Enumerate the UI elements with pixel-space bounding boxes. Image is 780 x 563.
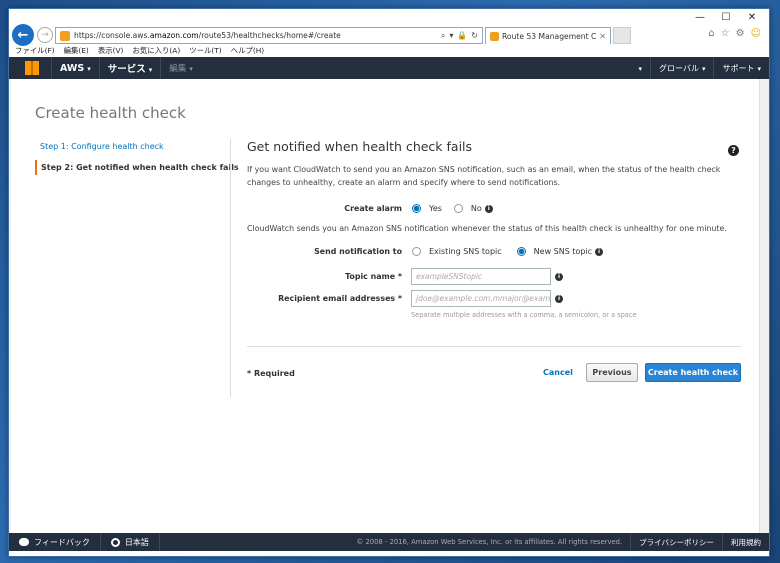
- aws-menu[interactable]: AWS ▾: [52, 63, 99, 74]
- region-menu[interactable]: グローバル ▾: [651, 63, 713, 74]
- wizard-steps: Step 1: Configure health check Step 2: G…: [35, 139, 239, 181]
- vertical-divider: [230, 139, 231, 397]
- menu-edit[interactable]: 編集(E): [64, 45, 89, 56]
- menu-help[interactable]: ヘルプ(H): [231, 45, 265, 56]
- dropdown-icon[interactable]: ▾: [449, 31, 453, 41]
- favorites-star-icon[interactable]: ☆: [721, 28, 730, 39]
- chevron-down-icon: ▾: [701, 64, 706, 73]
- minimize-icon[interactable]: —: [689, 11, 711, 25]
- browser-chrome: — ☐ ✕ ← → https://console.aws.amazon.com…: [9, 9, 769, 57]
- lock-icon[interactable]: 🔒: [457, 31, 467, 41]
- recipient-label: Recipient email addresses *: [278, 294, 402, 303]
- toolbar-icons: ⌂ ☆ ⚙ ☺: [708, 28, 761, 39]
- aws-top-nav: AWS ▾ サービス ▾ 編集 ▾ ▾ グローバル ▾ サポート ▾: [9, 57, 769, 79]
- tab-title: Route 53 Management Con...: [502, 31, 597, 41]
- menu-view[interactable]: 表示(V): [98, 45, 124, 56]
- create-alarm-yes[interactable]: Yes: [412, 204, 442, 213]
- feedback-link[interactable]: フィードバック: [9, 537, 100, 548]
- form-divider: [247, 346, 741, 347]
- terms-link[interactable]: 利用規約: [723, 537, 769, 548]
- info-icon[interactable]: i: [555, 294, 563, 303]
- menu-tools[interactable]: ツール(T): [189, 45, 221, 56]
- cancel-button[interactable]: Cancel: [543, 368, 573, 377]
- radio-existing-topic[interactable]: [412, 247, 421, 256]
- radio-new-topic[interactable]: [516, 247, 526, 256]
- address-bar[interactable]: https://console.aws.amazon.com/route53/h…: [55, 27, 483, 44]
- main-content: Create health check Step 1: Configure he…: [11, 79, 759, 533]
- radio-yes[interactable]: [412, 204, 421, 213]
- recipient-row: Recipient email addresses * jdoe@example…: [247, 290, 563, 307]
- chevron-down-icon: ▾: [638, 64, 643, 73]
- aws-cube-icon[interactable]: [25, 61, 39, 75]
- required-note: * Required: [247, 369, 295, 378]
- chevron-down-icon: ▾: [189, 65, 193, 73]
- services-menu[interactable]: サービス ▾: [100, 61, 161, 75]
- topic-name-input[interactable]: exampleSNStopic: [411, 268, 551, 285]
- chevron-down-icon: ▾: [148, 66, 153, 74]
- url-text[interactable]: https://console.aws.amazon.com/route53/h…: [74, 31, 441, 40]
- cloudwatch-note: CloudWatch sends you an Amazon SNS notif…: [247, 224, 727, 233]
- menu-file[interactable]: ファイル(F): [15, 45, 55, 56]
- previous-button[interactable]: Previous: [586, 363, 638, 382]
- step-1-link[interactable]: Step 1: Configure health check: [35, 139, 225, 154]
- topic-name-row: Topic name * exampleSNStopic i: [247, 268, 563, 285]
- send-notification-row: Send notification to Existing SNS topic …: [247, 247, 604, 256]
- language-link[interactable]: 日本語: [101, 537, 159, 548]
- privacy-policy-link[interactable]: プライバシーポリシー: [631, 537, 722, 548]
- topic-name-label: Topic name *: [345, 272, 402, 281]
- forward-icon[interactable]: →: [37, 27, 53, 43]
- tab-favicon-icon: [490, 31, 499, 41]
- create-alarm-row: Create alarm Yes No i: [247, 204, 493, 213]
- globe-icon: [110, 537, 120, 547]
- new-tab-button[interactable]: [613, 27, 631, 44]
- info-icon[interactable]: i: [555, 272, 563, 281]
- new-topic-option[interactable]: New SNS topic: [516, 247, 592, 256]
- send-notification-label: Send notification to: [314, 247, 402, 256]
- create-alarm-no[interactable]: No: [453, 204, 482, 213]
- page-title: Create health check: [35, 104, 186, 122]
- browser-tab[interactable]: Route 53 Management Con... ✕: [485, 27, 611, 44]
- existing-topic-option[interactable]: Existing SNS topic: [412, 247, 502, 256]
- description-text: If you want CloudWatch to send you an Am…: [247, 165, 721, 187]
- site-favicon-icon: [60, 30, 70, 41]
- window-controls: — ☐ ✕: [689, 11, 763, 25]
- aws-footer: フィードバック 日本語 © 2008 - 2016, Amazon Web Se…: [9, 533, 769, 551]
- create-alarm-label: Create alarm: [344, 204, 402, 213]
- page-body: Create health check Step 1: Configure he…: [9, 79, 769, 533]
- step-2-current: Step 2: Get notified when health check f…: [35, 160, 239, 175]
- feedback-smiley-icon[interactable]: ☺: [751, 28, 761, 39]
- create-health-check-button[interactable]: Create health check: [645, 363, 741, 382]
- copyright-text: © 2008 - 2016, Amazon Web Services, Inc.…: [356, 538, 623, 546]
- page-scrollbar[interactable]: [759, 79, 769, 533]
- radio-no[interactable]: [453, 204, 463, 213]
- recipient-email-input[interactable]: jdoe@example.com,mmajor@example.com: [411, 290, 551, 307]
- info-icon[interactable]: i: [484, 204, 493, 213]
- notification-form: Get notified when health check fails ? I…: [247, 139, 741, 189]
- edit-menu[interactable]: 編集 ▾: [161, 62, 201, 74]
- tab-close-icon[interactable]: ✕: [599, 32, 606, 41]
- refresh-icon[interactable]: ↻: [471, 31, 478, 41]
- speech-bubble-icon: [19, 538, 29, 546]
- menu-bar: ファイル(F) 編集(E) 表示(V) お気に入り(A) ツール(T) ヘルプ(…: [15, 45, 264, 56]
- back-icon[interactable]: ←: [12, 24, 34, 46]
- chevron-down-icon: ▾: [87, 64, 91, 73]
- search-icon[interactable]: ⌕: [441, 31, 445, 41]
- chevron-down-icon: ▾: [757, 64, 761, 73]
- settings-gear-icon[interactable]: ⚙: [736, 28, 745, 39]
- recipient-hint: Separate multiple addresses with a comma…: [411, 311, 637, 319]
- menu-favorites[interactable]: お気に入り(A): [132, 45, 180, 56]
- home-icon[interactable]: ⌂: [708, 28, 714, 39]
- info-icon[interactable]: i: [595, 247, 604, 256]
- maximize-icon[interactable]: ☐: [715, 11, 737, 25]
- section-title: Get notified when health check fails: [247, 139, 473, 154]
- help-icon[interactable]: ?: [728, 145, 739, 156]
- account-menu[interactable]: ▾: [628, 64, 651, 73]
- browser-window: — ☐ ✕ ← → https://console.aws.amazon.com…: [8, 8, 770, 557]
- support-menu[interactable]: サポート ▾: [714, 63, 769, 74]
- close-icon[interactable]: ✕: [741, 11, 763, 25]
